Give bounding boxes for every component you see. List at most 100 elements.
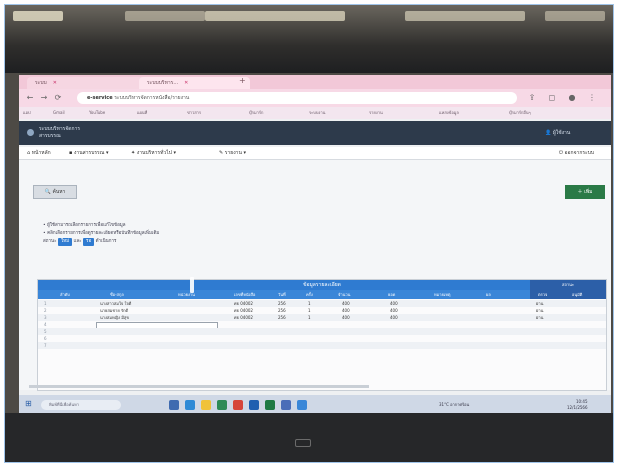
user-label: ผู้ใช้งาน [552, 130, 571, 136]
horizontal-scrollbar[interactable] [29, 385, 369, 388]
menu-item-admin[interactable]: ✦ งานบริหารทั่วไป ▾ [131, 147, 176, 159]
button-label: ค้นหา [52, 189, 66, 195]
address-bar: ← → ⟳ e-service ระบบบริหารจัดการหนังสือ/… [19, 89, 611, 107]
new-tab-icon[interactable]: + [239, 76, 246, 85]
store-icon[interactable] [217, 400, 227, 410]
menu-label: ออกจากระบบ [564, 150, 595, 156]
menu-item-reports[interactable]: ✎ รายงาน ▾ [219, 147, 246, 159]
user-menu[interactable]: 👤 ผู้ใช้งาน [545, 129, 570, 137]
table-group-header: ข้อมูลรายละเอียด [38, 280, 606, 290]
data-table: ข้อมูลรายละเอียด ลำดับ ชื่อ-สกุล หน่วยงา… [37, 279, 607, 391]
edge-icon[interactable] [185, 400, 195, 410]
monitor-bezel [5, 413, 613, 462]
column-header: ชื่อ-สกุล [110, 292, 124, 297]
bookmark-item[interactable]: ระบบงาน [309, 107, 325, 119]
column-header: เลขที่หนังสือ [234, 292, 256, 297]
search-button[interactable]: 🔍 ค้นหา [33, 185, 77, 199]
app-icon[interactable] [281, 400, 291, 410]
instructions: • ผู้ใช้สามารถเลือกรายการเพื่อแก้ไขข้อมู… [43, 222, 159, 246]
table-header-row: ลำดับ ชื่อ-สกุล หน่วยงาน เลขที่หนังสือ ว… [38, 290, 606, 299]
file-explorer-icon[interactable] [201, 400, 211, 410]
table-row[interactable]: 2 นายสมชาย รักดี ศธ 04002 256 1 400 400 … [38, 307, 606, 314]
column-header: ยอด [388, 292, 396, 297]
table-row[interactable]: 4 [38, 321, 606, 329]
search-icon: 🔍 [44, 189, 51, 195]
bookmark-item[interactable]: YouTube [89, 107, 105, 119]
windows-taskbar: ⊞ พิมพ์ที่นี่เพื่อค้นหา 31°C อากาศร้อน 1… [19, 395, 611, 415]
brand-title: ระบบบริหารจัดการ [39, 126, 81, 132]
bookmarks-bar: แอป Gmail YouTube แผนที่ ข่าวสาร บุ๊กมาร… [19, 107, 611, 119]
room-background [5, 5, 613, 73]
bookmark-item[interactable]: รายงาน [369, 107, 383, 119]
chrome-icon[interactable] [233, 400, 243, 410]
bookmark-item[interactable]: แอป [23, 107, 31, 119]
menu-item-home[interactable]: ⌂ หน้าหลัก [27, 147, 51, 159]
table-row[interactable]: 1 นางสาวสมใจ ใจดี ศธ 04002 256 1 400 400… [38, 300, 606, 307]
profile-icon[interactable]: ● [567, 93, 577, 103]
word-icon[interactable] [249, 400, 259, 410]
menu-label: งานบริหารทั่วไป [136, 150, 172, 156]
menu-label: งานสารบรรณ [73, 150, 105, 156]
app-logo [27, 129, 34, 136]
close-icon[interactable]: ✕ [184, 77, 188, 89]
bookmark-item[interactable]: ข่าวสาร [187, 107, 201, 119]
bookmark-item[interactable]: แผนที่ [137, 107, 147, 119]
start-icon[interactable]: ⊞ [25, 399, 32, 408]
close-icon[interactable]: ✕ [53, 77, 57, 89]
ceiling-lamp [13, 11, 63, 21]
extensions-icon[interactable]: ◻ [547, 93, 557, 103]
ceiling-lamp [545, 11, 605, 21]
tab-label: ระบบ [35, 80, 47, 86]
bookmark-item[interactable]: Gmail [53, 107, 65, 119]
table-row[interactable]: 7 [38, 342, 606, 349]
logout-link[interactable]: ⏻ ออกจากระบบ [559, 147, 594, 159]
note-line: • คลิกเลือกรายการเพื่อดูรายละเอียดหรือบั… [43, 231, 160, 236]
add-button[interactable]: ＋ เพิ่ม [565, 185, 605, 199]
monitor-screen: ระบบ ✕ ระบบบริหาร... ✕ + ← → ⟳ e-service ร… [19, 75, 611, 415]
ceiling-lamp [205, 11, 345, 21]
back-icon[interactable]: ← [25, 93, 35, 103]
excel-icon[interactable] [265, 400, 275, 410]
weather-widget[interactable]: 31°C อากาศร้อน [439, 401, 469, 408]
note-line: • ผู้ใช้สามารถเลือกรายการเพื่อแก้ไขข้อมู… [43, 223, 126, 228]
url-path: ระบบบริหารจัดการหนังสือ/รายงาน [114, 95, 190, 101]
status-badge: ใหม่ [57, 238, 73, 246]
status-badge: รอ [83, 238, 95, 246]
ceiling-lamp [405, 11, 525, 21]
column-header: วันที่ [278, 292, 286, 297]
app-brand: ระบบบริหารจัดการ สารบรรณ [39, 126, 80, 140]
task-view-icon[interactable] [169, 400, 179, 410]
column-header: จำนวน [338, 292, 351, 297]
forward-icon[interactable]: → [39, 93, 49, 103]
menu-icon[interactable]: ⋮ [587, 93, 597, 103]
brand-subtitle: สารบรรณ [39, 133, 61, 139]
bookmark-item[interactable]: บุ๊กมาร์ก [249, 107, 263, 119]
app-header: ระบบบริหารจัดการ สารบรรณ 👤 ผู้ใช้งาน [19, 121, 611, 145]
tab-label: ระบบบริหาร... [147, 80, 179, 86]
table-row[interactable]: 5 [38, 328, 606, 335]
reload-icon[interactable]: ⟳ [53, 93, 63, 103]
menu-item-records[interactable]: ▪ งานสารบรรณ ▾ [69, 147, 109, 159]
taskbar-search[interactable]: พิมพ์ที่นี่เพื่อค้นหา [41, 400, 121, 410]
share-icon[interactable]: ⇪ [527, 93, 537, 103]
menu-label: หน้าหลัก [31, 150, 51, 156]
clock[interactable]: 10:45 12/1/2566 [567, 399, 588, 411]
bookmark-item[interactable]: บุ๊กมาร์กอื่นๆ [509, 107, 531, 119]
table-row[interactable]: 3 นางสมหญิง มีสุข ศธ 04002 256 1 400 400… [38, 314, 606, 321]
main-menu: ⌂ หน้าหลัก ▪ งานสารบรรณ ▾ ✦ งานบริหารทั่… [19, 147, 611, 160]
plus-icon: ＋ [577, 189, 583, 195]
monitor-logo [295, 439, 311, 447]
clock-date: 12/1/2566 [567, 405, 588, 410]
bookmark-item[interactable]: แหล่งข้อมูล [439, 107, 459, 119]
ceiling-lamp [125, 11, 205, 21]
browser-tab-active[interactable]: ระบบบริหาร... ✕ [139, 77, 250, 89]
column-header: ผล [486, 292, 491, 297]
photo-frame: ระบบ ✕ ระบบบริหาร... ✕ + ← → ⟳ e-service ร… [4, 4, 614, 463]
table-row[interactable]: 6 [38, 335, 606, 342]
table-right-header: สถานะ ตรวจ อนุมัติ [530, 280, 606, 299]
mouse-cursor [190, 277, 194, 293]
browser-tab[interactable]: ระบบ ✕ [27, 77, 153, 89]
app-icon[interactable] [297, 400, 307, 410]
url-field[interactable]: e-service ระบบบริหารจัดการหนังสือ/รายงาน [77, 92, 517, 104]
column-header: ครั้ง [306, 292, 313, 297]
